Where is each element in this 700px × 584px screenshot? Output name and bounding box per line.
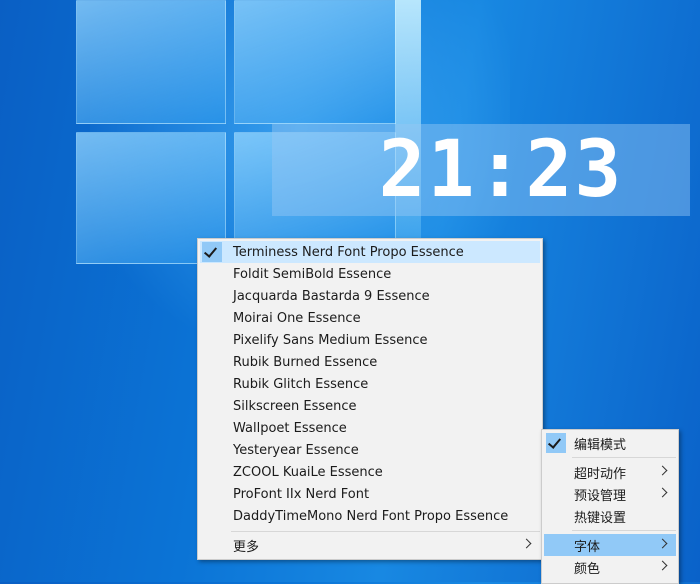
menu-separator — [572, 530, 676, 531]
font-item-label: Rubik Burned Essence — [233, 354, 378, 370]
font-item-label: ProFont IIx Nerd Font — [233, 486, 370, 502]
font-item-rubik-burned[interactable]: Rubik Burned Essence — [200, 351, 540, 373]
chevron-right-icon — [657, 538, 668, 549]
font-item-rubik-glitch[interactable]: Rubik Glitch Essence — [200, 373, 540, 395]
color-label: 颜色 — [574, 561, 601, 577]
menu-item-hotkey-settings[interactable]: 热键设置 — [544, 505, 676, 527]
font-item-daddytimemono[interactable]: DaddyTimeMono Nerd Font Propo Essence — [200, 505, 540, 527]
menu-separator — [572, 457, 676, 458]
chevron-right-icon — [657, 560, 668, 571]
font-item-wallpoet[interactable]: Wallpoet Essence — [200, 417, 540, 439]
font-item-moirai-one[interactable]: Moirai One Essence — [200, 307, 540, 329]
edit-mode-label: 编辑模式 — [574, 437, 627, 453]
font-item-silkscreen[interactable]: Silkscreen Essence — [200, 395, 540, 417]
font-submenu: Terminess Nerd Font Propo Essence Foldit… — [197, 238, 543, 560]
wallpaper-window-pane-top-right — [234, 0, 396, 124]
font-item-label: Terminess Nerd Font Propo Essence — [233, 244, 464, 260]
checkmark-icon — [203, 244, 218, 258]
font-item-jacquarda-bastarda[interactable]: Jacquarda Bastarda 9 Essence — [200, 285, 540, 307]
font-item-terminess-nerd-font-propo[interactable]: Terminess Nerd Font Propo Essence — [200, 241, 540, 263]
font-item-label: Pixelify Sans Medium Essence — [233, 332, 428, 348]
menu-item-edit-mode[interactable]: 编辑模式 — [544, 432, 676, 454]
font-item-more[interactable]: 更多 — [200, 534, 540, 556]
more-label: 更多 — [233, 539, 260, 555]
checkmark-icon — [547, 435, 562, 449]
font-item-pixelify-sans[interactable]: Pixelify Sans Medium Essence — [200, 329, 540, 351]
font-item-label: Rubik Glitch Essence — [233, 376, 369, 392]
font-item-foldit-semibold[interactable]: Foldit SemiBold Essence — [200, 263, 540, 285]
font-item-label: Foldit SemiBold Essence — [233, 266, 392, 282]
font-item-label: Jacquarda Bastarda 9 Essence — [233, 288, 430, 304]
wallpaper-window-pane-top-left — [76, 0, 226, 124]
menu-item-timeout-action[interactable]: 超时动作 — [544, 461, 676, 483]
hotkey-settings-label: 热键设置 — [574, 510, 627, 526]
clock-widget[interactable]: 21:23 — [272, 124, 690, 216]
font-item-label: ZCOOL KuaiLe Essence — [233, 464, 383, 480]
chevron-right-icon — [657, 487, 668, 498]
menu-item-preset-manage[interactable]: 预设管理 — [544, 483, 676, 505]
menu-item-color[interactable]: 颜色 — [544, 556, 676, 578]
font-item-zcool-kuaile[interactable]: ZCOOL KuaiLe Essence — [200, 461, 540, 483]
preset-manage-label: 预设管理 — [574, 488, 627, 504]
clock-time: 21:23 — [378, 125, 624, 215]
clock-context-menu: 编辑模式 超时动作 预设管理 热键设置 字体 颜色 — [541, 429, 679, 584]
font-item-profont-iix[interactable]: ProFont IIx Nerd Font — [200, 483, 540, 505]
timeout-action-label: 超时动作 — [574, 466, 627, 482]
font-item-label: Moirai One Essence — [233, 310, 361, 326]
font-item-label: DaddyTimeMono Nerd Font Propo Essence — [233, 508, 509, 524]
font-item-label: Silkscreen Essence — [233, 398, 357, 414]
chevron-right-icon — [657, 465, 668, 476]
checkmark-box — [546, 433, 566, 453]
chevron-right-icon — [521, 538, 532, 549]
font-item-label: Wallpoet Essence — [233, 420, 347, 436]
checkmark-box — [202, 242, 222, 262]
menu-separator — [231, 531, 540, 532]
menu-item-font[interactable]: 字体 — [544, 534, 676, 556]
font-label: 字体 — [574, 539, 601, 555]
font-item-label: Yesteryear Essence — [233, 442, 359, 458]
font-item-yesteryear[interactable]: Yesteryear Essence — [200, 439, 540, 461]
